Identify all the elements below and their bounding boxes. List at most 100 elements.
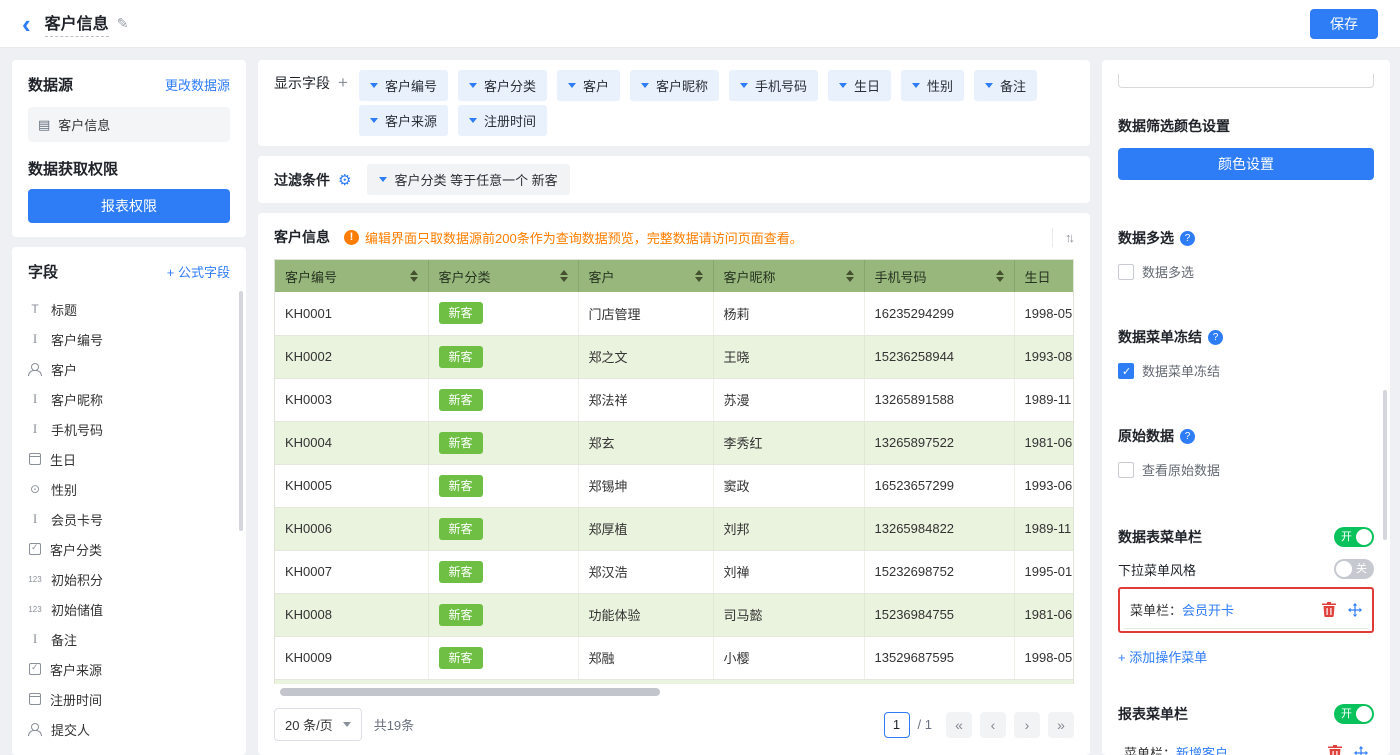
field-item[interactable]: 注册时间 [28,684,230,714]
help-icon[interactable]: ? [1208,330,1223,345]
delete-icon[interactable] [1328,745,1342,755]
gear-icon[interactable]: ⚙ [338,171,351,189]
sort-arrows-icon[interactable] [560,270,568,282]
field-label: 初始积分 [51,570,103,589]
back-icon[interactable]: ‹ [22,11,31,37]
help-icon[interactable]: ? [1180,429,1195,444]
menu-freeze-checkbox[interactable] [1118,363,1134,379]
field-label: 手机号码 [51,420,103,439]
table-row[interactable]: KH0007新客郑汉浩刘禅152326987521995-01 [275,550,1074,593]
next-page-button[interactable]: › [1014,712,1040,738]
cell-category: 新客 [428,464,578,507]
field-item[interactable]: I手机号码 [28,414,230,444]
cell-category: 新客 [428,550,578,593]
settings-sidebar: 数据筛选颜色设置 颜色设置 数据多选 ? 数据多选 数据菜单冻结 ? 数据菜单冻… [1102,60,1390,755]
field-item[interactable]: 客户 [28,354,230,384]
multi-select-checkbox[interactable] [1118,264,1134,280]
change-datasource-link[interactable]: 更改数据源 [165,75,230,94]
delete-icon[interactable] [1322,602,1336,617]
sort-arrows-icon[interactable] [846,270,854,282]
field-item[interactable]: 123初始储值 [28,594,230,624]
display-field-chip[interactable]: 手机号码 [729,70,818,101]
raw-data-option[interactable]: 查看原始数据 [1118,460,1374,479]
display-field-chip[interactable]: 客户分类 [458,70,547,101]
sort-icon[interactable]: ↑↓ [1052,228,1074,247]
column-header[interactable]: 客户分类 [428,260,578,292]
table-row[interactable]: KH0008新客功能体验司马懿152369847551981-06 [275,593,1074,636]
add-display-field-button[interactable]: + [338,68,348,98]
menu-item-value[interactable]: 新增客户 [1176,743,1228,755]
display-field-chip[interactable]: 客户来源 [359,105,448,136]
formula-field-link[interactable]: + 公式字段 [167,262,230,281]
help-icon[interactable]: ? [1180,231,1195,246]
cell-nickname: 司马懿 [713,593,864,636]
column-header[interactable]: 手机号码 [864,260,1014,292]
table-row[interactable]: KH0003新客郑法祥苏漫132658915881989-11 [275,378,1074,421]
field-item[interactable]: ✓客户来源 [28,654,230,684]
display-field-chip[interactable]: 生日 [828,70,891,101]
page-size-select[interactable]: 20 条/页 [274,708,362,741]
current-page-input[interactable]: 1 [884,712,910,738]
move-icon[interactable] [1348,603,1362,617]
table-row[interactable]: KH0001新客门店管理杨莉162352942991998-05 [275,292,1074,335]
display-field-chip[interactable]: 客户编号 [359,70,448,101]
field-item[interactable]: ✓客户分类 [28,534,230,564]
cell-customer: 郑锡坤 [578,464,713,507]
table-row[interactable]: KH0009新客郑融小樱135296875951998-05 [275,636,1074,679]
column-header[interactable]: 客户编号 [275,260,428,292]
last-page-button[interactable]: » [1048,712,1074,738]
cell-nickname: 苏漫 [713,378,864,421]
add-action-menu-link[interactable]: + 添加操作菜单 [1118,647,1207,666]
sort-arrows-icon[interactable] [410,270,418,282]
multi-select-option[interactable]: 数据多选 [1118,262,1374,281]
report-menu-toggle[interactable]: 开 [1334,704,1374,724]
save-button[interactable]: 保存 [1310,9,1378,39]
sort-arrows-icon[interactable] [695,270,703,282]
title-field-icon: T [28,302,42,316]
chevron-down-icon [469,83,477,88]
scrollbar-thumb[interactable] [280,688,660,696]
page-size-value: 20 条/页 [285,715,333,734]
raw-data-checkbox[interactable] [1118,462,1134,478]
table-menu-toggle[interactable]: 开 [1334,527,1374,547]
display-field-chip[interactable]: 客户 [557,70,620,101]
display-field-chip[interactable]: 备注 [974,70,1037,101]
first-page-button[interactable]: « [946,712,972,738]
edit-icon[interactable]: ✎ [117,15,129,32]
menu-item-value[interactable]: 会员开卡 [1182,600,1234,619]
field-item[interactable]: 123初始积分 [28,564,230,594]
display-field-chip[interactable]: 性别 [901,70,964,101]
column-header[interactable]: 生日 [1014,260,1074,292]
dropdown-style-toggle[interactable]: 关 [1334,559,1374,579]
menu-item-row[interactable]: 菜单栏： 会员开卡 [1124,591,1368,629]
column-header[interactable]: 客户 [578,260,713,292]
table-row[interactable]: KH0002新客郑之文王晓152362589441993-08 [275,335,1074,378]
report-permission-button[interactable]: 报表权限 [28,189,230,223]
table-row[interactable]: KH0004新客郑玄李秀红132658975221981-06 [275,421,1074,464]
table-row[interactable]: KH0005新客郑锡坤窦政165236572991993-06 [275,464,1074,507]
report-menu-item-row[interactable]: 菜单栏： 新增客户 [1118,734,1374,755]
display-field-chip[interactable]: 注册时间 [458,105,547,136]
datasource-item[interactable]: ▤ 客户信息 [28,107,230,142]
menu-freeze-option[interactable]: 数据菜单冻结 [1118,361,1374,380]
table-row[interactable]: KH0006新客郑厚植刘邦132659848221989-11 [275,507,1074,550]
fields-scrollbar[interactable] [239,291,243,531]
field-item[interactable]: 生日 [28,444,230,474]
color-settings-button[interactable]: 颜色设置 [1118,148,1374,180]
move-icon[interactable] [1354,746,1368,755]
filter-condition-chip[interactable]: 客户分类 等于任意一个 新客 [367,164,569,195]
field-item[interactable]: I客户编号 [28,324,230,354]
prev-page-button[interactable]: ‹ [980,712,1006,738]
clipped-setting-box [1118,74,1374,88]
sort-arrows-icon[interactable] [996,270,1004,282]
field-item[interactable]: I会员卡号 [28,504,230,534]
field-item[interactable]: I备注 [28,624,230,654]
display-field-chips: 客户编号客户分类客户客户昵称手机号码生日性别备注客户来源注册时间 [354,68,1074,138]
display-field-chip[interactable]: 客户昵称 [630,70,719,101]
field-item[interactable]: T标题 [28,294,230,324]
settings-scrollbar[interactable] [1383,390,1387,540]
field-item[interactable]: ⊙性别 [28,474,230,504]
field-item[interactable]: 提交人 [28,714,230,744]
column-header[interactable]: 客户昵称 [713,260,864,292]
field-item[interactable]: I客户昵称 [28,384,230,414]
